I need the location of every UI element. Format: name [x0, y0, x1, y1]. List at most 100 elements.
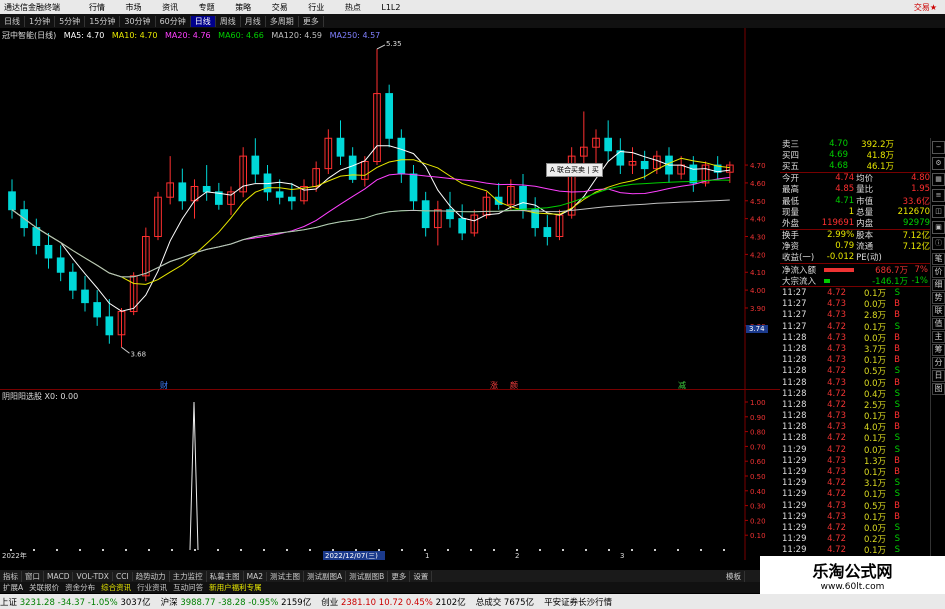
minus-icon[interactable]: − — [932, 141, 945, 154]
period-tab-more[interactable]: 更多 — [299, 15, 324, 27]
side-tab[interactable]: 主 — [932, 331, 945, 343]
grid-icon[interactable]: ▦ — [932, 173, 945, 186]
ma-line-20 — [11, 173, 730, 278]
menu-item-hot[interactable]: 热点 — [345, 3, 361, 12]
high-pointer — [376, 44, 386, 50]
candlestick-chart[interactable]: 4.704.604.504.404.304.204.104.003.903.80… — [0, 28, 780, 390]
side-tab[interactable]: 图 — [932, 383, 945, 395]
tick-row-cell: 0.0万 — [863, 523, 886, 534]
ind-x-label: 2022年 — [2, 551, 27, 560]
indicator-tab[interactable]: 窗口 — [22, 570, 44, 582]
menu-item-market[interactable]: 市场 — [126, 3, 142, 12]
menu-item-quote[interactable]: 行情 — [89, 3, 105, 12]
side-tab[interactable]: 值 — [932, 318, 945, 330]
period-tab-multi[interactable]: 多周期 — [266, 15, 299, 27]
extension-tab[interactable]: 新用户福利专属 — [206, 582, 265, 593]
tick-row-cell: 1.3万 — [863, 456, 886, 467]
period-tab-week[interactable]: 周线 — [216, 15, 241, 27]
period-tab-day[interactable]: 日线 — [190, 15, 216, 27]
indicator-tab[interactable]: 测试副图A — [304, 570, 347, 582]
indicator-tab[interactable]: 更多 — [388, 570, 411, 582]
menu-item-strategy[interactable]: 策略 — [235, 3, 251, 12]
indicator-tab[interactable]: 指标 — [0, 570, 22, 582]
extension-tab[interactable]: 关联报价 — [26, 582, 62, 593]
ind-baseline-dot — [562, 549, 564, 551]
side-tab-strip: − ⚙ ▦ ≡ ◫ ▣ ⓘ 笔价细势联值主筹分日图 — [930, 138, 945, 570]
tick-row-cell: 11:28 — [782, 399, 807, 410]
candle-body — [409, 173, 418, 202]
extension-tab[interactable]: 扩展A — [0, 582, 26, 593]
info-icon[interactable]: ⓘ — [932, 237, 945, 250]
side-tab[interactable]: 联 — [932, 305, 945, 317]
period-tab-5min[interactable]: 5分钟 — [55, 15, 86, 27]
tick-row-cell: 11:28 — [782, 332, 807, 343]
indicator-tab[interactable]: VOL-TDX — [73, 571, 113, 581]
tick-row-cell: S — [894, 534, 900, 545]
period-tab-month[interactable]: 月线 — [241, 15, 266, 27]
ind-tick-label: 0.80 — [750, 429, 766, 437]
tick-row-cell: 4.73 — [827, 299, 846, 310]
period-tab-15min[interactable]: 15分钟 — [85, 15, 121, 27]
ind-baseline-dot — [148, 549, 150, 551]
period-tab-60min[interactable]: 60分钟 — [156, 15, 191, 27]
menu-item-l1l2[interactable]: L1L2 — [381, 3, 400, 12]
tick-row-cell: 4.73 — [827, 310, 846, 321]
period-tab-0[interactable]: 日线 — [0, 15, 25, 27]
indicator-tab[interactable]: 主力监控 — [170, 570, 207, 582]
indicator-tab[interactable]: 私募主图 — [207, 570, 244, 582]
indicator-tab[interactable]: 趋势动力 — [133, 570, 170, 582]
window-icon[interactable]: ▣ — [932, 221, 945, 234]
side-tab[interactable]: 细 — [932, 279, 945, 291]
indicator-tab[interactable]: MA2 — [244, 571, 268, 581]
chart-icon[interactable]: ◫ — [932, 205, 945, 218]
indicator-tab[interactable]: 设置 — [410, 570, 433, 582]
ind-spike — [189, 401, 199, 551]
indicator-chart[interactable]: 1.00 0.90 0.80 0.70 0.60 0.50 0.40 0.30 0.20 0.10… — [0, 390, 780, 560]
list-icon[interactable]: ≡ — [932, 189, 945, 202]
extension-tab[interactable]: 行业资讯 — [134, 582, 170, 593]
fundamental-row: 净资 0.79 流通 7.12亿 — [780, 241, 930, 252]
quote-stat-row-cell: 总量 — [856, 207, 874, 218]
period-toolbar: 日线 1分钟 5分钟 15分钟 30分钟 60分钟 日线 周线 月线 多周期 更… — [0, 14, 945, 28]
side-tab[interactable]: 笔 — [932, 253, 945, 265]
tick-row-cell: 0.1万 — [863, 322, 886, 333]
menu-item-trade[interactable]: 交易 — [272, 3, 288, 12]
menu-item-industry[interactable]: 行业 — [308, 3, 324, 12]
period-tab-30min[interactable]: 30分钟 — [120, 15, 156, 27]
indicator-tab[interactable]: MACD — [44, 571, 74, 581]
tick-row-cell: 11:29 — [782, 534, 807, 545]
side-tab[interactable]: 筹 — [932, 344, 945, 356]
status-bar: 上证 3231.28 -34.37 -1.05% 3037亿 沪深 3988.7… — [0, 594, 945, 609]
quote-stat-row-cell: 均价 — [856, 174, 874, 185]
quote-stat-row-cell: 1.95 — [911, 184, 931, 195]
tick-row-cell: B — [894, 299, 900, 310]
template-tab[interactable]: 模板 — [723, 570, 745, 582]
index-sh[interactable]: 上证 3231.28 -34.37 -1.05% 3037亿 — [0, 596, 151, 608]
period-tab-1min[interactable]: 1分钟 — [25, 15, 56, 27]
ind-baseline-dot — [79, 549, 81, 551]
side-tab[interactable]: 势 — [932, 292, 945, 304]
settings-icon[interactable]: ⚙ — [932, 157, 945, 170]
extension-tab[interactable]: 综合资讯 — [98, 582, 134, 593]
indicator-tab[interactable]: 测试副图B — [346, 570, 389, 582]
index-sz[interactable]: 沪深 3988.77 -38.28 -0.95% 2159亿 — [161, 596, 312, 608]
indicator-tab[interactable]: CCI — [113, 571, 133, 581]
trade-button[interactable]: 交易★ — [914, 2, 937, 13]
indicator-tab[interactable]: 测试主图 — [267, 570, 305, 582]
tick-row-cell: 0.1万 — [863, 512, 886, 523]
extension-tab[interactable]: 互动问答 — [170, 582, 206, 593]
extension-tab[interactable]: 资金分布 — [62, 582, 98, 593]
tick-row: 11:29 4.72 0.2万 S — [780, 534, 930, 545]
index-cy[interactable]: 创业 2381.10 10.72 0.45% 2102亿 — [321, 596, 465, 608]
tick-row-cell: B — [894, 467, 900, 478]
menu-item-news[interactable]: 资讯 — [162, 3, 178, 12]
chart-tooltip[interactable]: A 联合买卖 | 买 — [546, 163, 603, 177]
ind-x-label: 2 — [515, 552, 519, 560]
side-tab[interactable]: 价 — [932, 266, 945, 278]
ind-baseline-dot — [10, 549, 12, 551]
menu-item-topic[interactable]: 专题 — [199, 3, 215, 12]
side-tab[interactable]: 分 — [932, 357, 945, 369]
tick-row: 11:27 4.73 2.8万 B — [780, 310, 930, 321]
ind-baseline-dot — [286, 549, 288, 551]
side-tab[interactable]: 日 — [932, 370, 945, 382]
